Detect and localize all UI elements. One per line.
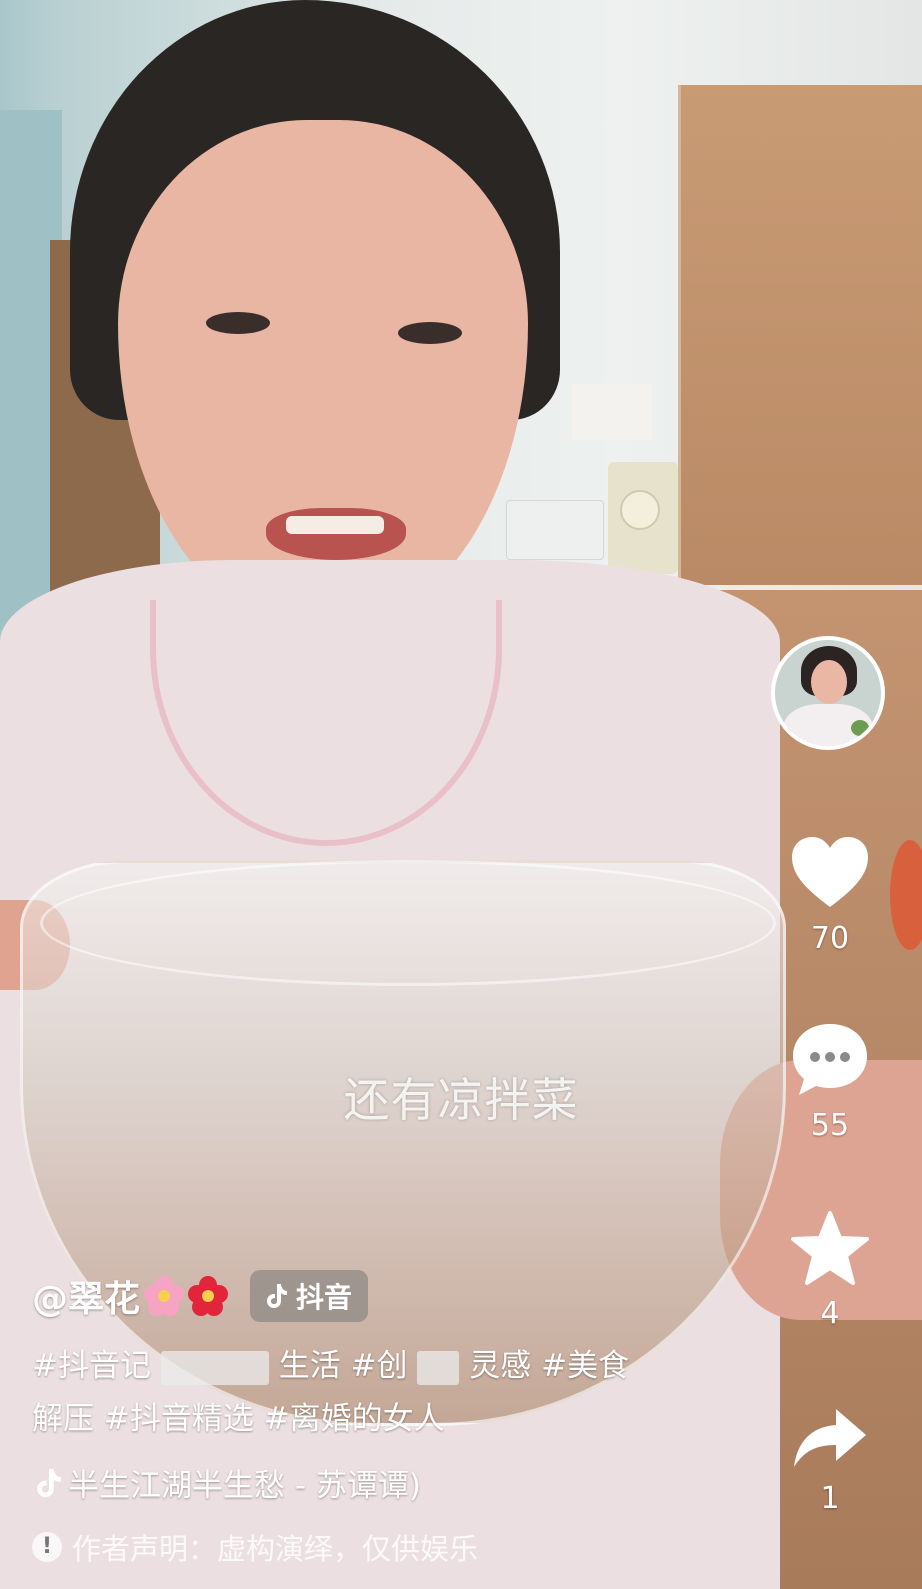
- hashtag[interactable]: #离婚的女人: [264, 1401, 445, 1437]
- wall-notice: [572, 384, 652, 440]
- platform-badge-label: 抖音: [296, 1281, 353, 1314]
- tiktok-note-icon: [37, 1468, 61, 1497]
- cherry-blossom-icon: [144, 1276, 185, 1316]
- author-avatar[interactable]: [771, 636, 885, 750]
- like-button[interactable]: 70: [780, 833, 880, 956]
- favorite-count: 4: [820, 1296, 840, 1331]
- person-eye: [398, 322, 462, 344]
- caption: #抖音记 生活 #创 灵感 #美食解压 #抖音精选 #离婚的女人: [32, 1340, 652, 1446]
- disclaimer-text: 作者声明：虚构演绎，仅供娱乐: [72, 1532, 479, 1566]
- music-link[interactable]: 半生江湖半生愁 - 苏谭谭): [36, 1460, 421, 1505]
- like-count: 70: [810, 921, 850, 956]
- share-count: 1: [820, 1481, 840, 1516]
- hashtag[interactable]: #抖音记: [32, 1348, 151, 1384]
- platform-badge: 抖音: [250, 1270, 369, 1322]
- bowl-rim: [40, 860, 776, 986]
- person-hand: [890, 840, 922, 950]
- person-eye: [206, 312, 270, 334]
- wall-socket: [506, 500, 604, 560]
- person-teeth: [286, 516, 384, 534]
- info-icon: !: [32, 1532, 62, 1562]
- author-disclaimer: ! 作者声明：虚构演绎，仅供娱乐: [32, 1526, 478, 1568]
- hibiscus-icon: [188, 1276, 229, 1316]
- star-icon: [791, 1211, 869, 1285]
- hashtag[interactable]: #创: [351, 1348, 408, 1384]
- favorite-button[interactable]: 4: [780, 1210, 880, 1331]
- share-button[interactable]: 1: [780, 1405, 880, 1516]
- tiktok-note-icon: [267, 1284, 288, 1308]
- share-arrow-icon: [794, 1409, 866, 1467]
- cabinet: [678, 85, 922, 585]
- thermostat-knob: [620, 490, 660, 530]
- author-row: @翠花 抖音: [32, 1268, 369, 1324]
- heart-icon: [792, 837, 868, 907]
- blurred-text: [417, 1350, 460, 1385]
- comment-bubble-icon: [793, 1024, 867, 1095]
- blurred-text: [160, 1350, 269, 1385]
- hashtag[interactable]: #抖音精选: [104, 1401, 254, 1437]
- hashtag-part[interactable]: 生活: [279, 1348, 341, 1384]
- hashtag-part[interactable]: 灵感: [469, 1348, 531, 1384]
- comment-count: 55: [810, 1108, 850, 1143]
- comment-button[interactable]: 55: [780, 1020, 880, 1143]
- author-handle[interactable]: @翠花: [32, 1270, 140, 1322]
- music-title: 半生江湖半生愁 - 苏谭谭): [68, 1468, 421, 1504]
